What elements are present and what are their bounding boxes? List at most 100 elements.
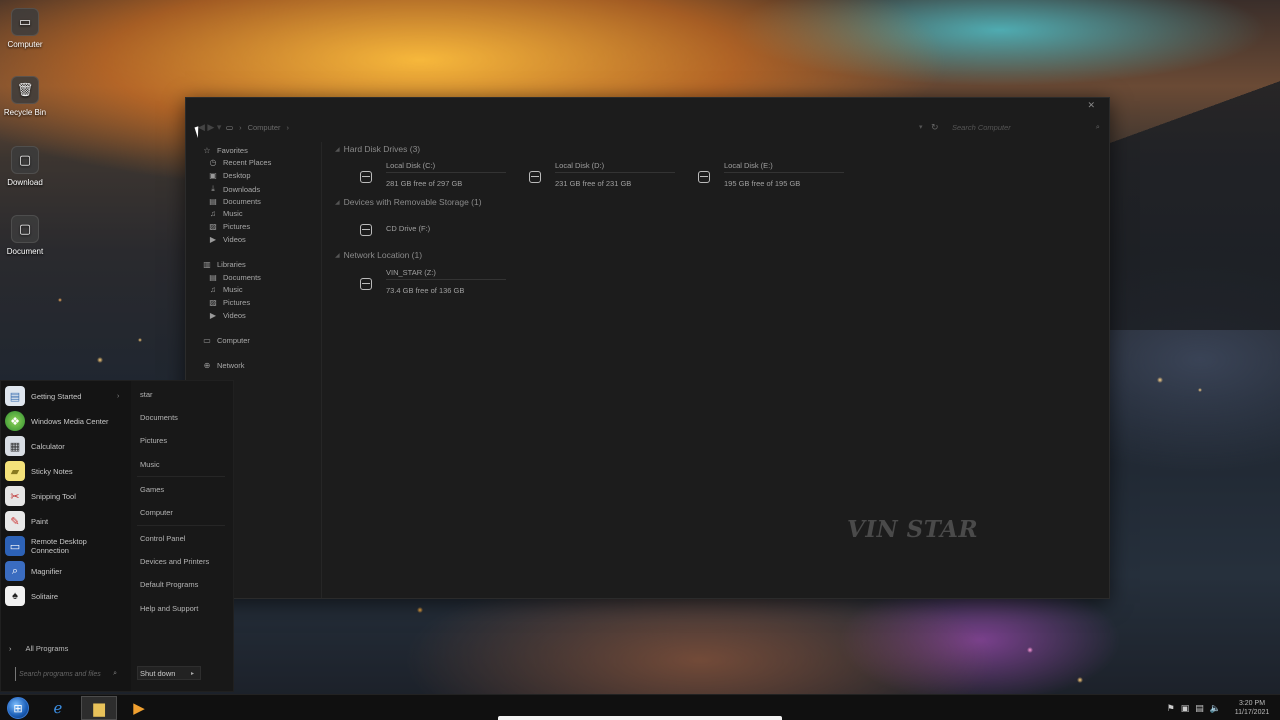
nav-lib-music[interactable]: ♫ Music xyxy=(209,285,243,294)
group-network-location[interactable]: ◢ Network Location (1) xyxy=(335,250,422,260)
link-default-programs[interactable]: Default Programs xyxy=(140,580,198,589)
program-magnifier[interactable]: ⌕ Magnifier xyxy=(5,561,119,581)
search-input[interactable]: Search Computer ⌕ xyxy=(946,120,1106,134)
program-calculator[interactable]: ▦ Calculator xyxy=(5,436,119,456)
nav-videos[interactable]: ▶ Videos xyxy=(209,235,246,244)
bottom-overlay-strip xyxy=(498,716,782,720)
desktop-icon-recycle-bin[interactable]: 🗑 Recycle Bin xyxy=(0,76,50,117)
program-label: Solitaire xyxy=(31,591,59,601)
drive-c[interactable]: Local Disk (C:) 281 GB free of 297 GB xyxy=(344,161,506,195)
program-remote-desktop[interactable]: ▭ Remote Desktop Connection xyxy=(5,536,119,556)
folder-icon: ▢ xyxy=(11,146,39,174)
start-menu: ▤ Getting Started › ❖ Windows Media Cent… xyxy=(0,380,234,692)
link-games[interactable]: Games xyxy=(140,485,164,494)
flag-icon[interactable]: ⚑ xyxy=(1167,703,1175,714)
nav-downloads[interactable]: ⤓ Downloads xyxy=(209,184,260,194)
program-solitaire[interactable]: ♠ Solitaire xyxy=(5,586,119,606)
nav-network[interactable]: ⊕ Network xyxy=(203,361,245,370)
pane-divider[interactable] xyxy=(321,142,322,598)
program-windows-media-center[interactable]: ❖ Windows Media Center xyxy=(5,411,119,431)
search-icon[interactable]: ⌕ xyxy=(1096,122,1100,132)
magnifier-icon: ⌕ xyxy=(5,561,25,581)
nav-label: Music xyxy=(223,209,243,218)
program-paint[interactable]: ✎ Paint xyxy=(5,511,119,531)
breadcrumb[interactable]: ▭ › Computer › xyxy=(226,123,289,132)
desktop-icon-download[interactable]: ▢ Download xyxy=(0,146,50,187)
scissors-icon: ✂ xyxy=(5,486,25,506)
nav-libraries[interactable]: ▥ Libraries xyxy=(203,260,246,269)
nav-lib-videos[interactable]: ▶ Videos xyxy=(209,311,246,320)
shutdown-button[interactable]: Shut down ▸ xyxy=(137,666,201,680)
group-hard-disk-drives[interactable]: ◢ Hard Disk Drives (3) xyxy=(335,144,420,154)
refresh-icon[interactable]: ↻ xyxy=(931,122,939,133)
paint-icon: ✎ xyxy=(5,511,25,531)
nav-lib-pictures[interactable]: ▨ Pictures xyxy=(209,298,250,307)
desktop-icon-document[interactable]: ▢ Document xyxy=(0,215,50,256)
media-player-icon: ▶ xyxy=(133,700,145,717)
link-control-panel[interactable]: Control Panel xyxy=(140,534,185,543)
nav-music[interactable]: ♫ Music xyxy=(209,209,243,218)
volume-icon[interactable]: 🔈 xyxy=(1210,703,1221,714)
nav-recent-places[interactable]: ◷ Recent Places xyxy=(209,158,272,167)
program-sticky-notes[interactable]: ▰ Sticky Notes xyxy=(5,461,119,481)
taskbar-file-explorer[interactable]: ▆ xyxy=(81,696,117,720)
nav-pictures[interactable]: ▨ Pictures xyxy=(209,222,250,231)
monitor-icon[interactable]: ▣ xyxy=(1181,703,1190,714)
link-music[interactable]: Music xyxy=(140,460,160,469)
drive-name: VIN_STAR (Z:) xyxy=(386,268,436,277)
start-search-input[interactable]: Search programs and files ⌕ xyxy=(15,667,119,681)
chevron-right-icon[interactable]: › xyxy=(117,393,119,400)
link-devices-printers[interactable]: Devices and Printers xyxy=(140,557,209,566)
nav-label: Libraries xyxy=(217,260,246,269)
link-pictures[interactable]: Pictures xyxy=(140,436,167,445)
drive-z-network[interactable]: VIN_STAR (Z:) 73.4 GB free of 136 GB xyxy=(344,268,506,302)
link-documents[interactable]: Documents xyxy=(140,413,178,422)
taskbar-internet-explorer[interactable]: ℯ xyxy=(40,696,76,720)
chevron-right-icon[interactable]: ▸ xyxy=(191,670,194,677)
library-icon: ▥ xyxy=(203,260,211,269)
nav-label: Documents xyxy=(223,197,261,206)
drive-name: Local Disk (C:) xyxy=(386,161,436,170)
network-icon[interactable]: ▤ xyxy=(1195,703,1204,714)
nav-desktop[interactable]: ▣ Desktop xyxy=(209,171,251,180)
group-label: Network Location (1) xyxy=(343,250,423,260)
drive-f-cd[interactable]: CD Drive (F:) xyxy=(344,219,494,253)
breadcrumb-computer[interactable]: Computer xyxy=(248,123,281,132)
chevron-down-icon[interactable]: ▾ xyxy=(919,123,923,131)
taskbar-media-player[interactable]: ▶ xyxy=(121,696,157,720)
link-user-folder[interactable]: star xyxy=(140,390,153,399)
all-programs-button[interactable]: › All Programs xyxy=(9,644,68,653)
remote-desktop-icon: ▭ xyxy=(5,536,25,556)
nav-computer[interactable]: ▭ Computer xyxy=(203,336,250,345)
drive-free-space: 195 GB free of 195 GB xyxy=(724,179,801,188)
drive-e[interactable]: Local Disk (E:) 195 GB free of 195 GB xyxy=(682,161,844,195)
program-label: Getting Started xyxy=(31,391,82,401)
program-label: Remote Desktop Connection xyxy=(31,537,87,555)
program-getting-started[interactable]: ▤ Getting Started › xyxy=(5,386,119,406)
clock-date: 11/17/2021 xyxy=(1234,709,1270,716)
group-label: Devices with Removable Storage (1) xyxy=(343,197,482,207)
desktop-icon-computer[interactable]: ▭ Computer xyxy=(0,8,50,49)
drive-usage-bar xyxy=(386,279,506,280)
address-bar: ◀ ▶ ▾ ▭ › Computer › ▾ ↻ Search Computer… xyxy=(186,118,1109,136)
nav-label: Desktop xyxy=(223,171,251,180)
start-button[interactable]: ⊞ xyxy=(4,696,32,720)
title-bar[interactable]: ✕ xyxy=(186,98,1109,114)
link-help-support[interactable]: Help and Support xyxy=(140,604,198,613)
chevron-right-icon: › xyxy=(239,122,242,132)
drive-icon xyxy=(360,171,372,183)
link-computer[interactable]: Computer xyxy=(140,508,173,517)
clock[interactable]: 3:20 PM 11/17/2021 xyxy=(1224,699,1280,717)
program-snipping-tool[interactable]: ✂ Snipping Tool xyxy=(5,486,119,506)
group-removable-storage[interactable]: ◢ Devices with Removable Storage (1) xyxy=(335,197,482,207)
drive-free-space: 231 GB free of 231 GB xyxy=(555,179,632,188)
nav-documents[interactable]: ▤ Documents xyxy=(209,197,261,206)
drive-d[interactable]: Local Disk (D:) 231 GB free of 231 GB xyxy=(513,161,675,195)
nav-favorites[interactable]: ☆ Favorites xyxy=(203,146,247,155)
nav-label: Computer xyxy=(217,336,250,345)
close-icon[interactable]: ✕ xyxy=(1087,100,1095,111)
globe-icon: ⊕ xyxy=(203,361,211,370)
wallpaper-mountain xyxy=(1100,40,1280,330)
nav-lib-documents[interactable]: ▤ Documents xyxy=(209,273,261,282)
nav-label: Downloads xyxy=(223,184,261,194)
